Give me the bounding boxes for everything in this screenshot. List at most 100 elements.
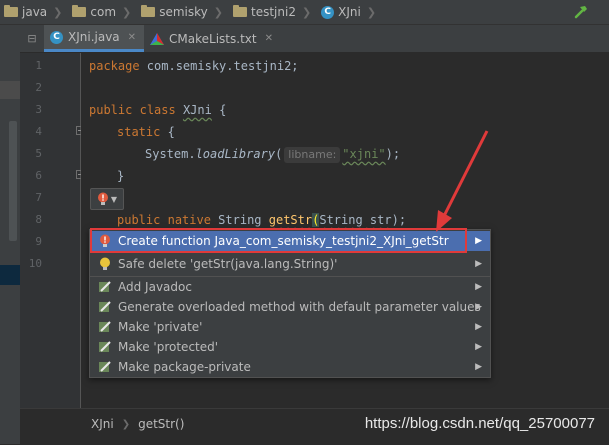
submenu-arrow-icon: ▶ (475, 362, 482, 372)
tab-xjni-java[interactable]: C XJni.java ✕ (44, 25, 145, 52)
submenu-arrow-icon: ▶ (475, 302, 482, 312)
java-class-icon: C (321, 5, 335, 19)
menu-item-label: Create function Java_com_semisky_testjni… (118, 234, 449, 248)
intention-icon (97, 299, 113, 315)
menu-item-label: Make 'protected' (118, 340, 219, 354)
chevron-right-icon: ❯ (121, 418, 131, 430)
code-line: public native String getStr(String str); (117, 209, 406, 231)
submenu-arrow-icon: ▶ (475, 322, 482, 332)
class-name: XJni (182, 103, 212, 117)
editor-tab-bar: ⊟ C XJni.java ✕ CMakeLists.txt ✕ (20, 25, 609, 53)
error-bulb-icon (97, 192, 108, 205)
crumb-label: semisky (159, 5, 208, 19)
code-text: System. (145, 147, 196, 161)
chevron-right-icon: ❯ (53, 5, 63, 19)
code-line: static { (117, 121, 175, 143)
line-number: 1 (35, 59, 42, 72)
crumb-java[interactable]: java ❯ (0, 0, 68, 24)
breadcrumb-method[interactable]: getStr() (138, 417, 184, 431)
strip-highlight (0, 81, 20, 99)
editor-breadcrumb-bar: XJni ❯ getStr() https://blog.csdn.net/qq… (20, 408, 609, 445)
tab-label: XJni.java (68, 30, 120, 44)
submenu-arrow-icon: ▶ (475, 259, 482, 269)
menu-item-safe-delete[interactable]: Safe delete 'getStr(java.lang.String)' ▶ (90, 254, 490, 274)
crumb-label: testjni2 (251, 5, 296, 19)
folder-icon (141, 5, 156, 17)
menu-item-label: Generate overloaded method with default … (118, 300, 481, 314)
tab-label: CMakeLists.txt (169, 31, 257, 46)
menu-item-generate-overloaded[interactable]: Generate overloaded method with default … (90, 297, 490, 317)
menu-item-add-javadoc[interactable]: Add Javadoc ▶ (90, 277, 490, 297)
code-text: { (211, 103, 227, 117)
keyword: native (167, 213, 211, 227)
line-number: 9 (35, 235, 42, 248)
menu-item-make-package-private[interactable]: Make package-private ▶ (90, 357, 490, 377)
navigation-bar: java ❯ com ❯ semisky ❯ testjni2 ❯ C XJni… (0, 0, 609, 25)
menu-item-label: Make 'private' (118, 320, 203, 334)
submenu-arrow-icon: ▶ (475, 236, 482, 246)
code-line: } (117, 165, 124, 187)
code-text: { (160, 125, 175, 139)
code-text: ); (385, 147, 401, 161)
keyword: class (139, 103, 176, 117)
watermark: https://blog.csdn.net/qq_25700077 (364, 415, 595, 432)
cmake-icon (150, 32, 165, 45)
scrollbar[interactable] (9, 121, 17, 241)
bulb-icon (97, 256, 113, 272)
chevron-down-icon: ▼ (110, 194, 118, 204)
code-line: package com.semisky.testjni2; (89, 55, 299, 77)
line-number-gutter[interactable]: 1 2 3 4 5 6 7 8 9 10 (20, 53, 85, 408)
code-text: String (210, 213, 269, 227)
intention-bulb-button[interactable]: ▼ (90, 188, 124, 210)
folder-icon (233, 5, 247, 17)
method-name-error: getStr (268, 213, 313, 227)
crumb-semisky[interactable]: semisky ❯ (137, 0, 229, 24)
submenu-arrow-icon: ▶ (475, 342, 482, 352)
code-text: String str (319, 213, 392, 227)
code-text: ( (275, 147, 283, 161)
hammer-icon[interactable] (573, 4, 589, 20)
chevron-right-icon: ❯ (213, 5, 223, 19)
intention-icon (97, 319, 113, 335)
keyword: package (89, 59, 140, 73)
tool-window-strip (0, 25, 20, 444)
code-line: System.loadLibrary(libname: "xjni"); (145, 143, 400, 165)
error-bulb-icon (97, 233, 113, 249)
keyword: static (117, 125, 161, 139)
code-text: com.semisky.testjni2; (139, 59, 299, 73)
breadcrumb-class[interactable]: XJni (91, 417, 114, 431)
close-icon[interactable]: ✕ (128, 32, 136, 43)
close-icon[interactable]: ✕ (265, 33, 273, 44)
intention-icon (97, 339, 113, 355)
line-number: 2 (35, 81, 42, 94)
crumb-com[interactable]: com ❯ (68, 0, 137, 24)
submenu-arrow-icon: ▶ (475, 282, 482, 292)
line-number: 10 (28, 257, 42, 270)
intention-icon (97, 279, 113, 295)
intention-icon (97, 359, 113, 375)
crumb-xjni[interactable]: C XJni ❯ (317, 0, 382, 24)
code-text: } (117, 169, 125, 183)
line-number: 6 (35, 169, 42, 182)
method-name: loadLibrary (195, 147, 276, 161)
breadcrumb: XJni ❯ getStr() (91, 417, 184, 431)
menu-item-create-function[interactable]: Create function Java_com_semisky_testjni… (90, 231, 490, 251)
crumb-label: com (90, 5, 117, 19)
crumb-testjni2[interactable]: testjni2 ❯ (229, 0, 317, 24)
tab-cmakelists[interactable]: CMakeLists.txt ✕ (144, 25, 281, 52)
menu-item-label: Make package-private (118, 360, 251, 374)
chevron-right-icon: ❯ (366, 5, 377, 19)
code-text: ); (391, 213, 407, 227)
line-number: 4 (35, 125, 42, 138)
line-number: 3 (35, 103, 42, 116)
tab-list-icon[interactable]: ⊟ (20, 25, 44, 52)
menu-item-make-private[interactable]: Make 'private' ▶ (90, 317, 490, 337)
crumb-label: java (22, 5, 48, 19)
code-line: public class XJni { (89, 99, 226, 121)
strip-selection (0, 265, 20, 285)
chevron-right-icon: ❯ (122, 5, 132, 19)
menu-item-label: Add Javadoc (118, 280, 192, 294)
java-class-icon: C (50, 30, 63, 44)
menu-item-make-protected[interactable]: Make 'protected' ▶ (90, 337, 490, 357)
parameter-hint: libname: (284, 147, 341, 163)
